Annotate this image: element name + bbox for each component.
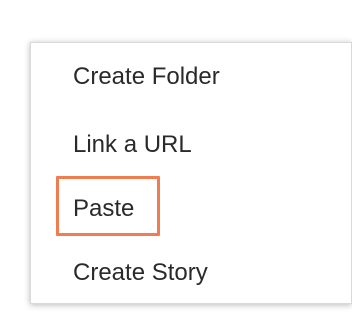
screen-background: Create Folder Link a URL Paste Create St… [0, 0, 352, 318]
menu-item-link-a-url[interactable]: Link a URL [73, 125, 192, 165]
context-menu: Create Folder Link a URL Paste Create St… [30, 42, 352, 304]
menu-item-paste[interactable]: Paste [73, 189, 134, 229]
menu-item-create-story[interactable]: Create Story [73, 253, 208, 293]
menu-item-create-folder[interactable]: Create Folder [73, 57, 220, 97]
